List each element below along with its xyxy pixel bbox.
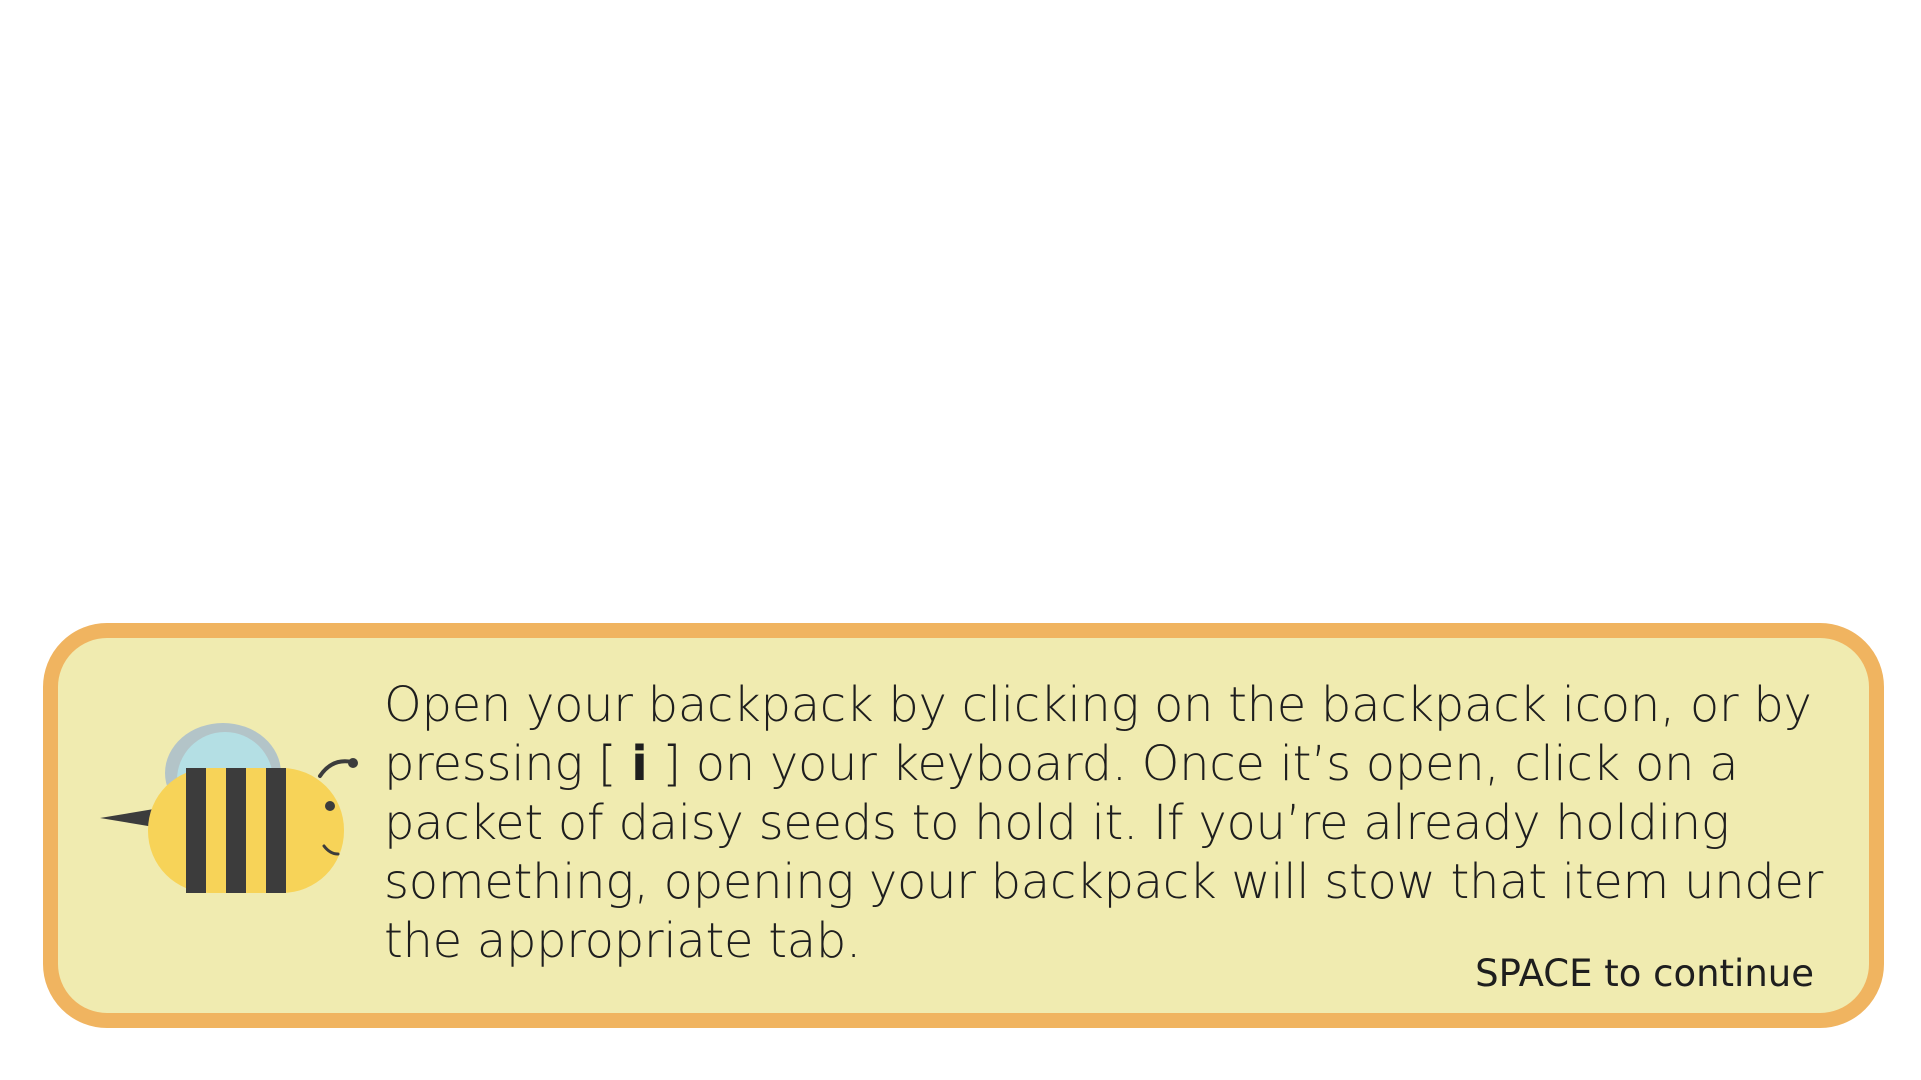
game-stage: Open your backpack by clicking on the ba… bbox=[0, 0, 1921, 1080]
bee-stripe bbox=[186, 768, 206, 893]
bee-icon bbox=[100, 723, 358, 893]
dialog-message: Open your backpack by clicking on the ba… bbox=[384, 676, 1854, 971]
bee-stripe bbox=[266, 768, 286, 893]
bee-stripe bbox=[226, 768, 246, 893]
continue-prompt[interactable]: SPACE to continue bbox=[1475, 952, 1814, 995]
bee-eye bbox=[325, 801, 335, 811]
dialog-box[interactable]: Open your backpack by clicking on the ba… bbox=[43, 623, 1884, 1028]
bee-antenna bbox=[318, 759, 354, 778]
bee-antenna-tip bbox=[348, 758, 358, 768]
keyboard-key-hint: i bbox=[631, 736, 648, 792]
